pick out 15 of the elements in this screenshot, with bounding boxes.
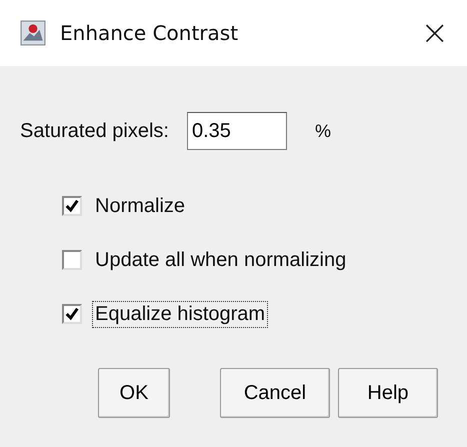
dialog-button[interactable]: Help — [338, 368, 438, 418]
checkbox[interactable] — [62, 250, 82, 270]
checkbox[interactable] — [62, 196, 82, 216]
dialog-button[interactable]: Cancel — [220, 368, 330, 418]
saturated-pixels-field[interactable]: 0.35 — [186, 112, 287, 150]
checkbox-label[interactable]: Equalize histogram — [92, 300, 268, 328]
dialog-button[interactable]: OK — [98, 368, 170, 418]
percent-unit: % — [314, 120, 331, 142]
saturated-pixels-label: Saturated pixels: — [20, 120, 169, 142]
app-icon — [20, 20, 46, 46]
checkbox[interactable] — [62, 304, 82, 324]
checkbox-label[interactable]: Update all when normalizing — [92, 246, 350, 274]
checkbox-label[interactable]: Normalize — [92, 192, 188, 220]
window-title: Enhance Contrast — [60, 21, 240, 45]
close-button[interactable]: × — [414, 13, 455, 53]
